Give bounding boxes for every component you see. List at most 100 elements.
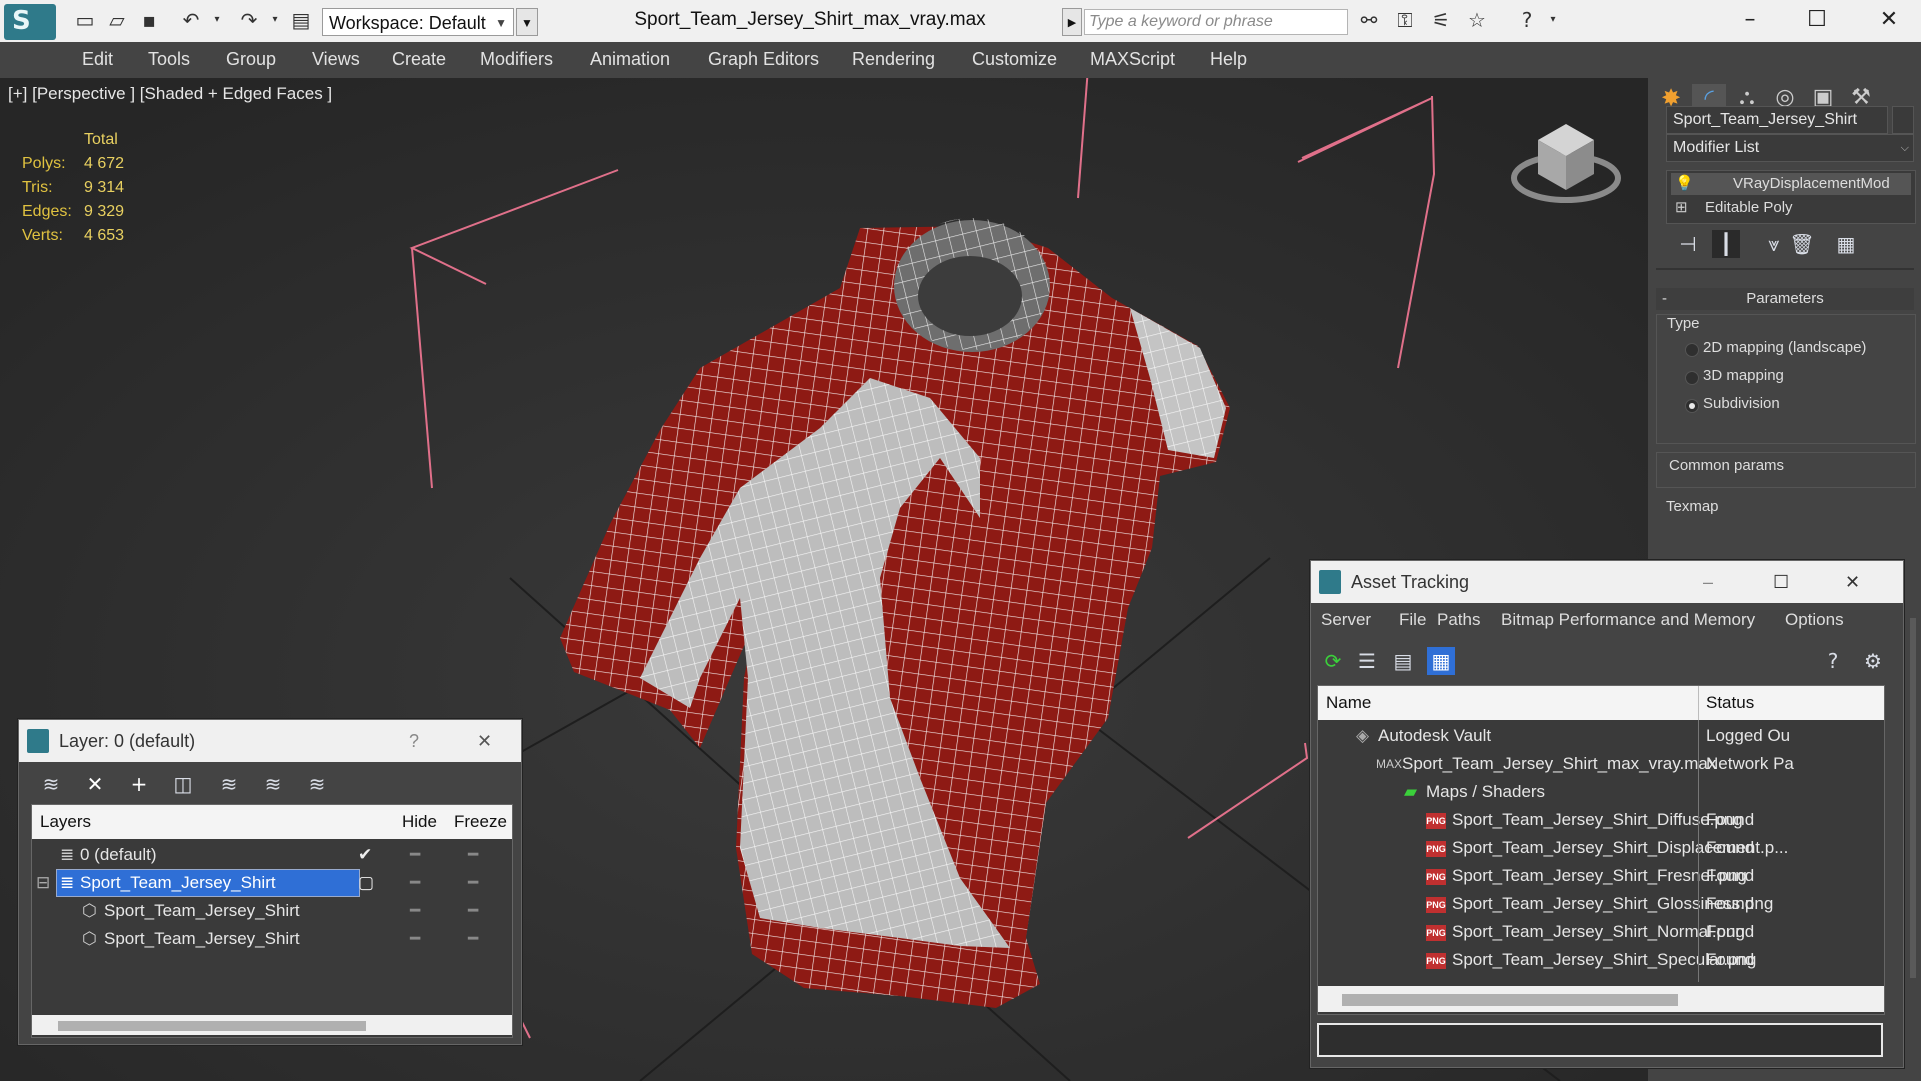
column-freeze[interactable]: Freeze xyxy=(454,805,507,839)
menu-help[interactable]: Help xyxy=(1210,49,1247,70)
freeze-toggle-icon[interactable]: ━ xyxy=(468,925,478,953)
menu-file[interactable]: File xyxy=(1399,603,1426,637)
collapse-minus-icon[interactable]: ⊟ xyxy=(36,869,50,897)
layer-window-titlebar[interactable]: Layer: 0 (default) ? ✕ xyxy=(19,720,521,762)
maximize-icon[interactable]: ☐ xyxy=(1773,561,1789,603)
layer-horizontal-scrollbar[interactable] xyxy=(32,1015,512,1035)
menu-customize[interactable]: Customize xyxy=(972,49,1057,70)
select-layer-icon[interactable]: ≋ xyxy=(215,770,243,798)
asset-row-specular[interactable]: PNG Sport_Team_Jersey_Shirt_Specular.png… xyxy=(1318,946,1884,974)
table-view-icon[interactable]: ▦ xyxy=(1427,647,1455,675)
new-layer-icon[interactable]: ≋ xyxy=(37,770,65,798)
menu-views[interactable]: Views xyxy=(312,49,360,70)
set-current-layer-icon[interactable]: ≋ xyxy=(259,770,287,798)
delete-layer-icon[interactable]: ✕ xyxy=(81,770,109,798)
menu-bitmap-performance[interactable]: Bitmap Performance and Memory xyxy=(1501,603,1755,637)
menu-paths[interactable]: Paths xyxy=(1437,603,1480,637)
save-icon[interactable]: ▪ xyxy=(136,6,162,34)
hide-toggle-icon[interactable]: ━ xyxy=(410,869,420,897)
set-current-icon[interactable]: ▢ xyxy=(358,869,374,897)
search-input[interactable]: Type a keyword or phrase xyxy=(1084,9,1348,35)
freeze-toggle-icon[interactable]: ━ xyxy=(468,869,478,897)
help-icon[interactable]: ? xyxy=(1819,647,1847,675)
column-status[interactable]: Status xyxy=(1706,686,1754,720)
help-icon[interactable]: ? xyxy=(1514,6,1540,34)
asset-row-displacement[interactable]: PNG Sport_Team_Jersey_Shirt_Displacement… xyxy=(1318,834,1884,862)
minimize-button[interactable]: – xyxy=(1723,6,1777,34)
asset-path-field[interactable] xyxy=(1317,1023,1883,1057)
hide-toggle-icon[interactable]: ━ xyxy=(410,897,420,925)
asset-horizontal-scrollbar[interactable] xyxy=(1318,986,1884,1012)
menu-group[interactable]: Group xyxy=(226,49,276,70)
binoculars-icon[interactable]: ⚯ xyxy=(1356,6,1382,34)
expand-plus-icon[interactable]: ⊞ xyxy=(1675,197,1688,219)
asset-row-fresnel[interactable]: PNG Sport_Team_Jersey_Shirt_Fresnel.png … xyxy=(1318,862,1884,890)
menu-graph-editors[interactable]: Graph Editors xyxy=(708,49,819,70)
layer-row-default[interactable]: ≣ 0 (default) ✔ ━ ━ xyxy=(32,841,512,869)
column-name[interactable]: Name xyxy=(1326,686,1371,720)
freeze-toggle-icon[interactable]: ━ xyxy=(468,841,478,869)
menu-modifiers[interactable]: Modifiers xyxy=(480,49,553,70)
sign-in-icon[interactable]: ⚟ xyxy=(1428,6,1454,34)
menu-animation[interactable]: Animation xyxy=(590,49,670,70)
asset-row-glossiness[interactable]: PNG Sport_Team_Jersey_Shirt_Glossiness.p… xyxy=(1318,890,1884,918)
star-icon[interactable]: ☆ xyxy=(1464,6,1490,34)
hide-toggle-icon[interactable]: ━ xyxy=(410,841,420,869)
minimize-icon[interactable]: – xyxy=(1703,561,1713,603)
tree-view-icon[interactable]: ▤ xyxy=(1389,647,1417,675)
close-button[interactable]: ✕ xyxy=(1862,6,1916,34)
app-menu-button[interactable]: S xyxy=(4,4,56,40)
key-icon[interactable]: ⚿ xyxy=(1392,6,1418,34)
column-layers[interactable]: Layers xyxy=(40,805,91,839)
asset-row-max-file[interactable]: MAX Sport_Team_Jersey_Shirt_max_vray.max… xyxy=(1318,750,1884,778)
layer-object-row[interactable]: ⬡ Sport_Team_Jersey_Shirt ━ ━ xyxy=(32,897,512,925)
make-unique-icon[interactable]: ⩔ xyxy=(1760,230,1788,258)
redo-dropdown-icon[interactable]: ▾ xyxy=(262,6,288,34)
remove-modifier-icon[interactable]: 🗑 xyxy=(1788,230,1816,258)
asset-row-normal[interactable]: PNG Sport_Team_Jersey_Shirt_Normal.png F… xyxy=(1318,918,1884,946)
menu-options[interactable]: Options xyxy=(1785,603,1844,637)
hide-layers-icon[interactable]: ≋ xyxy=(303,770,331,798)
asset-row-diffuse[interactable]: PNG Sport_Team_Jersey_Shirt_Diffuse.png … xyxy=(1318,806,1884,834)
scrollbar-thumb[interactable] xyxy=(58,1021,366,1031)
show-end-result-icon[interactable]: ┃ xyxy=(1712,230,1740,258)
undo-icon[interactable]: ↶ xyxy=(178,6,204,34)
freeze-toggle-icon[interactable]: ━ xyxy=(468,897,478,925)
refresh-icon[interactable]: ⟳ xyxy=(1319,647,1347,675)
help-icon[interactable]: ? xyxy=(409,720,419,762)
asset-window-titlebar[interactable]: Asset Tracking – ☐ ✕ xyxy=(1311,561,1903,603)
parameters-rollout-header[interactable]: - Parameters xyxy=(1656,288,1914,310)
hide-toggle-icon[interactable]: ━ xyxy=(410,925,420,953)
column-hide[interactable]: Hide xyxy=(402,805,437,839)
menu-rendering[interactable]: Rendering xyxy=(852,49,935,70)
maximize-button[interactable]: ☐ xyxy=(1790,6,1844,34)
configure-sets-icon[interactable]: ▦ xyxy=(1832,230,1860,258)
menu-tools[interactable]: Tools xyxy=(148,49,190,70)
menu-create[interactable]: Create xyxy=(392,49,446,70)
menu-server[interactable]: Server xyxy=(1321,603,1371,637)
help-dropdown-icon[interactable]: ▾ xyxy=(1540,6,1566,34)
modifier-editable-poly[interactable]: ⊞ Editable Poly xyxy=(1671,197,1911,219)
object-name-field[interactable]: Sport_Team_Jersey_Shirt xyxy=(1666,106,1888,134)
menu-edit[interactable]: Edit xyxy=(82,49,113,70)
pin-stack-icon[interactable]: ⊣ xyxy=(1674,230,1702,258)
select-objects-icon[interactable]: ◫ xyxy=(169,770,197,798)
current-layer-check-icon[interactable]: ✔ xyxy=(358,841,372,869)
settings-icon[interactable]: ⚙ xyxy=(1859,647,1887,675)
search-expand-icon[interactable]: ▶ xyxy=(1062,8,1082,36)
layer-object-row[interactable]: ⬡ Sport_Team_Jersey_Shirt ━ ━ xyxy=(32,925,512,953)
radio-subdivision[interactable] xyxy=(1685,399,1699,413)
panel-scrollbar[interactable] xyxy=(1910,618,1916,978)
object-color-swatch[interactable] xyxy=(1892,106,1914,134)
project-folder-icon[interactable]: ▤ xyxy=(288,6,314,34)
new-file-icon[interactable]: ▭ xyxy=(72,6,98,34)
redo-icon[interactable]: ↷ xyxy=(236,6,262,34)
modifier-vray-displacement[interactable]: 💡 VRayDisplacementMod xyxy=(1671,173,1911,195)
asset-row-maps[interactable]: ▰ Maps / Shaders xyxy=(1318,778,1884,806)
undo-dropdown-icon[interactable]: ▾ xyxy=(204,6,230,34)
scrollbar-thumb[interactable] xyxy=(1342,994,1678,1006)
open-folder-icon[interactable]: ▱ xyxy=(104,6,130,34)
radio-3d-mapping[interactable] xyxy=(1685,371,1699,385)
layer-row-sport-team-jersey-shirt[interactable]: ⊟ ≣ Sport_Team_Jersey_Shirt ▢ ━ ━ xyxy=(32,869,512,897)
light-bulb-icon[interactable]: 💡 xyxy=(1675,173,1694,195)
